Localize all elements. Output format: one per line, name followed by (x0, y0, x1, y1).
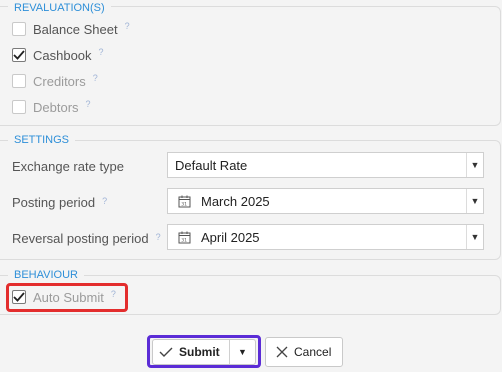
help-icon[interactable]: ? (86, 99, 91, 109)
posting-period-label: Posting period? (12, 195, 107, 210)
calendar-icon[interactable]: 31 (178, 231, 191, 244)
dropdown-arrow-icon[interactable]: ▼ (466, 225, 483, 249)
settings-legend: SETTINGS (8, 134, 76, 146)
creditors-checkbox[interactable] (12, 74, 26, 88)
posting-period-select[interactable]: 31 March 2025 ▼ (167, 188, 484, 214)
cancel-label: Cancel (294, 345, 332, 359)
cashbook-checkbox[interactable] (12, 48, 26, 62)
highlight-box (6, 283, 128, 312)
reversal-posting-period-label-text: Reversal posting period (12, 231, 149, 246)
close-icon (276, 346, 288, 358)
balance-sheet-label: Balance Sheet (33, 21, 118, 37)
posting-period-value: March 2025 (201, 193, 270, 209)
checkbox-row-creditors[interactable]: Creditors ? (12, 72, 98, 90)
calendar-icon[interactable]: 31 (178, 195, 191, 208)
help-icon[interactable]: ? (93, 73, 98, 83)
dropdown-arrow-icon[interactable]: ▼ (466, 153, 483, 177)
help-icon[interactable]: ? (125, 21, 130, 31)
exchange-rate-type-select[interactable]: Default Rate ▼ (167, 152, 484, 178)
revaluations-legend: REVALUATION(S) (8, 2, 111, 14)
exchange-rate-type-label: Exchange rate type (12, 159, 125, 174)
checkbox-row-cashbook[interactable]: Cashbook ? (12, 46, 104, 64)
highlight-box (147, 335, 261, 368)
posting-period-label-text: Posting period (12, 195, 96, 210)
dropdown-arrow-icon[interactable]: ▼ (466, 189, 483, 213)
checkmark-icon (13, 50, 25, 60)
debtors-checkbox[interactable] (12, 100, 26, 114)
reversal-posting-period-select[interactable]: 31 April 2025 ▼ (167, 224, 484, 250)
balance-sheet-checkbox[interactable] (12, 22, 26, 36)
exchange-rate-type-value: Default Rate (175, 157, 248, 173)
cancel-button[interactable]: Cancel (265, 337, 343, 367)
svg-text:31: 31 (181, 237, 187, 243)
checkbox-row-debtors[interactable]: Debtors ? (12, 98, 91, 116)
help-icon[interactable]: ? (102, 196, 107, 206)
reversal-posting-period-label: Reversal posting period? (12, 231, 161, 246)
creditors-label: Creditors (33, 73, 86, 89)
checkbox-row-balance-sheet[interactable]: Balance Sheet ? (12, 20, 130, 38)
reversal-posting-period-value: April 2025 (201, 229, 260, 245)
debtors-label: Debtors (33, 99, 79, 115)
help-icon[interactable]: ? (156, 232, 161, 242)
cashbook-label: Cashbook (33, 47, 92, 63)
help-icon[interactable]: ? (99, 47, 104, 57)
svg-text:31: 31 (181, 201, 187, 207)
behaviour-legend: BEHAVIOUR (8, 269, 84, 281)
